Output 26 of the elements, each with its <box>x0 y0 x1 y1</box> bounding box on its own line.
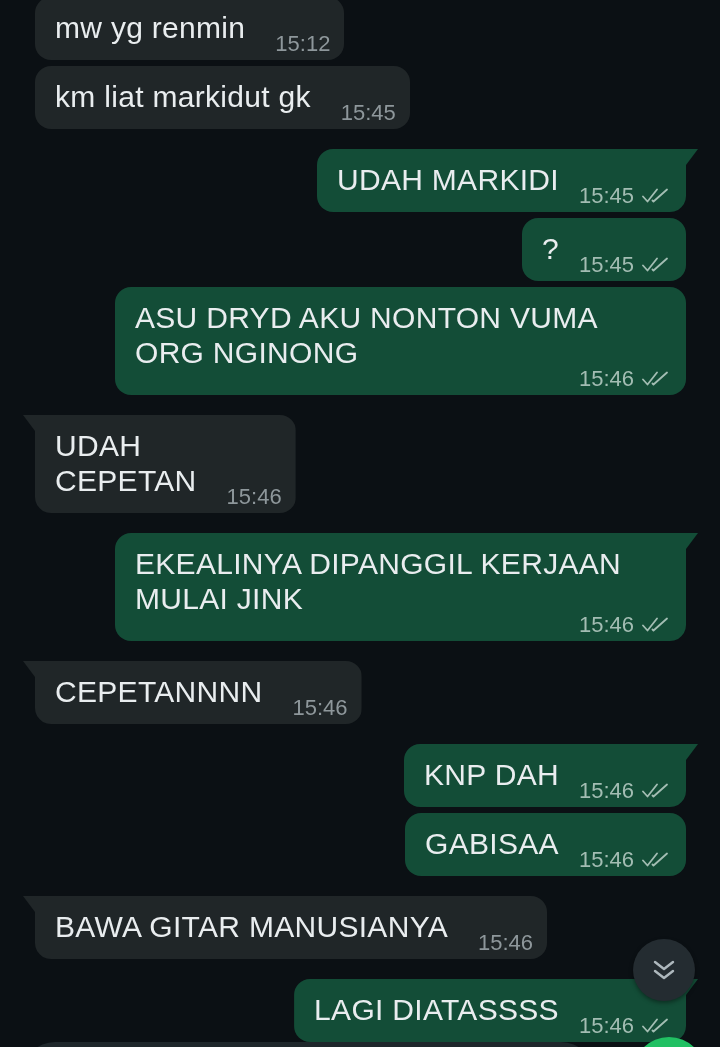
message-time: 15:46 <box>578 370 634 387</box>
message-text: mw yg renmin <box>55 10 246 45</box>
message-text: UDAH CEPETAN <box>55 428 197 498</box>
double-chevron-down-icon <box>653 960 675 980</box>
message-text: BAWA GITAR MANUSIANYA <box>55 909 449 944</box>
message-time: 15:46 <box>578 1017 634 1034</box>
message-time: 15:46 <box>578 851 634 868</box>
message-text: KNP DAH <box>424 757 559 792</box>
message-text: LAGI DIATASSSS <box>314 992 559 1027</box>
message-time: 15:45 <box>578 256 634 273</box>
message-text: km liat markidut gk <box>55 79 311 114</box>
message-text: EKEALINYA DIPANGGIL KERJAAN MULAI JINK <box>135 546 623 616</box>
message-time: 15:46 <box>578 616 634 633</box>
message-text: GABISAA <box>425 826 559 861</box>
message-text: CEPETANNNN <box>55 674 263 709</box>
message-time: 15:46 <box>578 782 634 799</box>
message-text: ASU DRYD AKU NONTON VUMA ORG NGINONG <box>135 300 598 370</box>
message-text: ? <box>541 231 559 266</box>
message-text: UDAH MARKIDI <box>337 162 559 197</box>
message-time: 15:45 <box>578 187 634 204</box>
message-time: 15:12 <box>275 35 331 52</box>
message-time: 15:46 <box>292 699 348 716</box>
message-time: 15:45 <box>340 104 396 121</box>
message-time: 15:46 <box>478 934 534 951</box>
message-time: 15:46 <box>226 488 282 505</box>
scroll-down-button[interactable] <box>633 939 695 1001</box>
